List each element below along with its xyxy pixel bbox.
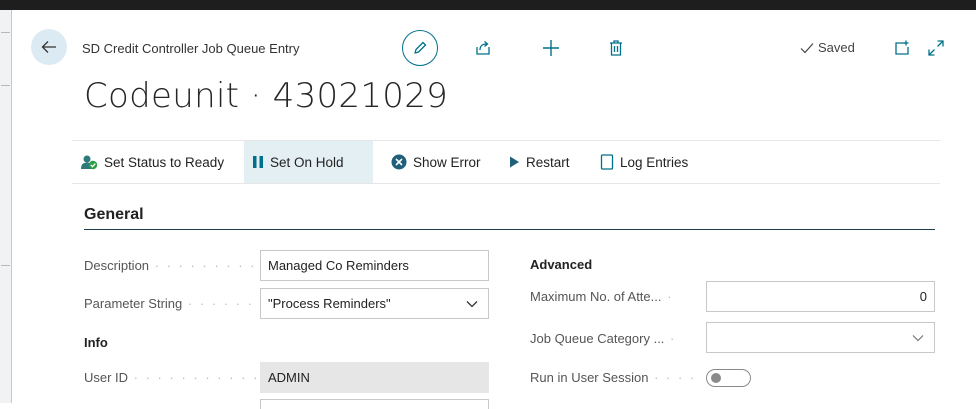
back-button[interactable]: [31, 29, 67, 65]
open-new-window-button[interactable]: [893, 38, 913, 58]
parameter-string-label: Parameter String · · · · · · · · · ·: [84, 296, 256, 311]
set-status-ready-action[interactable]: Set Status to Ready: [72, 141, 244, 183]
page-caption: SD Credit Controller Job Queue Entry: [82, 41, 300, 56]
next-field-partial: [260, 399, 489, 409]
log-entries-label: Log Entries: [620, 154, 689, 170]
description-value: Managed Co Reminders: [268, 258, 409, 273]
pause-icon: [253, 156, 263, 168]
document-icon: [600, 154, 614, 170]
user-id-field: ADMIN: [260, 362, 489, 393]
open-in-new-window-icon: [895, 40, 909, 55]
share-button[interactable]: [472, 38, 494, 58]
action-bar: Set Status to Ready Set On Hold Show Err…: [72, 140, 940, 184]
pencil-icon: [414, 41, 427, 54]
new-button[interactable]: [540, 37, 562, 59]
set-on-hold-label: Set On Hold: [270, 154, 344, 170]
checkmark-icon: [800, 42, 814, 53]
run-in-user-session-label: Run in User Session · · · · ·: [530, 370, 702, 385]
parameter-string-field[interactable]: "Process Reminders": [260, 288, 489, 319]
people-ready-icon: [81, 155, 98, 170]
set-status-ready-label: Set Status to Ready: [104, 154, 225, 170]
edit-button[interactable]: [402, 30, 438, 66]
set-on-hold-action[interactable]: Set On Hold: [244, 141, 373, 183]
expand-icon: [928, 40, 944, 56]
job-queue-category-field[interactable]: [706, 322, 935, 353]
parameter-string-value: "Process Reminders": [268, 296, 391, 311]
log-entries-action[interactable]: Log Entries: [592, 141, 702, 183]
user-id-label: User ID · · · · · · · · · · · · · · · · …: [84, 370, 256, 385]
section-title-general[interactable]: General: [84, 206, 144, 224]
job-queue-category-label: Job Queue Category ... ·: [530, 331, 677, 346]
show-error-action[interactable]: Show Error: [383, 141, 493, 183]
max-attempts-value: 0: [919, 289, 927, 304]
share-icon: [476, 41, 490, 55]
info-heading: Info: [84, 335, 108, 350]
window-top-bar: [0, 0, 976, 10]
error-icon: [391, 154, 407, 170]
chevron-down-icon: [912, 334, 924, 341]
max-attempts-label: Maximum No. of Atte... ·: [530, 289, 674, 304]
max-attempts-field[interactable]: 0: [706, 281, 935, 312]
restart-action[interactable]: Restart: [500, 141, 585, 183]
advanced-heading: Advanced: [530, 257, 593, 272]
saved-label: Saved: [818, 40, 855, 55]
restart-label: Restart: [526, 154, 570, 170]
description-label: Description · · · · · · · · · · · · · ·: [84, 258, 256, 273]
play-icon: [510, 156, 519, 168]
trash-icon: [610, 40, 622, 56]
show-error-label: Show Error: [413, 154, 481, 170]
expand-button[interactable]: [926, 38, 946, 58]
description-field[interactable]: Managed Co Reminders: [260, 250, 489, 281]
run-in-user-session-toggle[interactable]: [706, 369, 751, 387]
left-edge-strip: [0, 10, 12, 403]
arrow-left-icon: [41, 41, 56, 53]
toggle-knob: [711, 373, 721, 383]
user-id-value: ADMIN: [268, 370, 310, 385]
chevron-down-icon: [466, 300, 478, 307]
delete-button[interactable]: [605, 37, 627, 59]
page-title: Codeunit · 43021029: [84, 76, 449, 116]
saved-status: Saved: [800, 40, 855, 55]
plus-icon: [543, 40, 559, 56]
section-divider: [84, 229, 935, 230]
